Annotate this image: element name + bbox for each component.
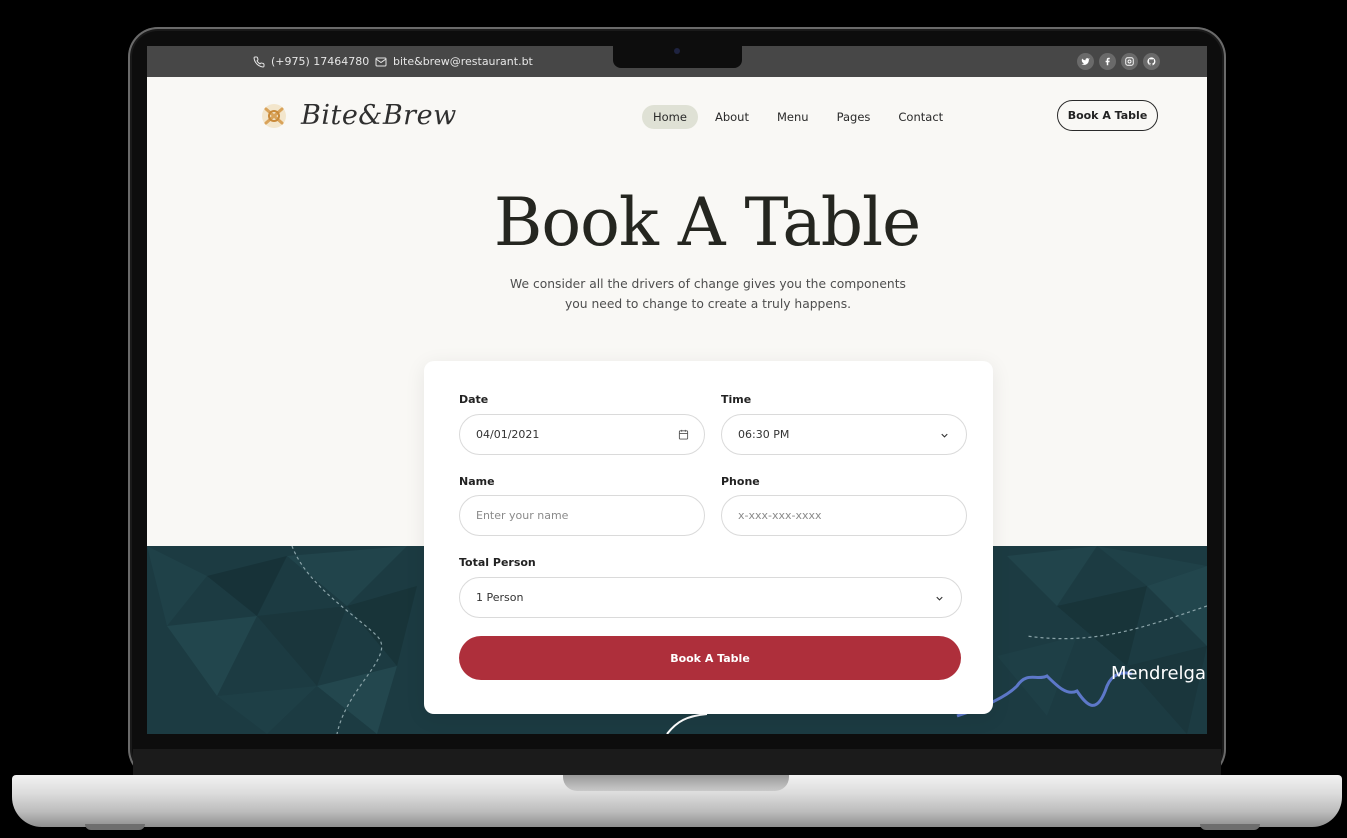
page-subtitle: We consider all the drivers of change gi… bbox=[507, 274, 909, 314]
email-contact[interactable]: bite&brew@restaurant.bt bbox=[375, 55, 533, 68]
email-address: bite&brew@restaurant.bt bbox=[393, 55, 533, 68]
logo-emblem-icon bbox=[262, 103, 286, 128]
total-person-select[interactable]: 1 Person bbox=[459, 577, 962, 618]
total-person-value: 1 Person bbox=[476, 591, 524, 604]
date-value: 04/01/2021 bbox=[476, 428, 540, 441]
nav-item-about[interactable]: About bbox=[704, 105, 760, 129]
phone-number: (+975) 17464780 bbox=[271, 55, 370, 68]
book-table-nav-button[interactable]: Book A Table bbox=[1057, 100, 1158, 131]
camera-notch bbox=[613, 46, 742, 68]
subtitle-line: you need to change to create a truly hap… bbox=[564, 297, 852, 311]
map-place-label: Mendrelga bbox=[1111, 663, 1206, 684]
twitter-icon[interactable] bbox=[1077, 53, 1094, 70]
name-input[interactable]: Enter your name bbox=[459, 495, 705, 536]
laptop-opening-notch bbox=[563, 775, 789, 791]
laptop-foot bbox=[85, 824, 145, 830]
instagram-icon[interactable] bbox=[1121, 53, 1138, 70]
brand-name: Bite&Brew bbox=[301, 100, 457, 131]
laptop-chin bbox=[133, 749, 1221, 777]
name-placeholder: Enter your name bbox=[476, 509, 569, 522]
subtitle-line: We consider all the drivers of change gi… bbox=[510, 277, 906, 291]
phone-input[interactable]: x-xxx-xxx-xxxx bbox=[721, 495, 967, 536]
mail-icon bbox=[375, 57, 387, 66]
time-select[interactable]: 06:30 PM bbox=[721, 414, 967, 455]
book-table-submit-button[interactable]: Book A Table bbox=[459, 636, 961, 680]
camera-icon bbox=[674, 48, 680, 54]
time-value: 06:30 PM bbox=[738, 428, 790, 441]
nav-item-contact[interactable]: Contact bbox=[887, 105, 954, 129]
nav-item-menu[interactable]: Menu bbox=[766, 105, 820, 129]
calendar-icon[interactable] bbox=[678, 429, 689, 440]
phone-placeholder: x-xxx-xxx-xxxx bbox=[738, 509, 822, 522]
chevron-down-icon bbox=[936, 596, 943, 601]
page-title: Book A Table bbox=[493, 184, 921, 261]
github-icon[interactable] bbox=[1143, 53, 1160, 70]
brand-logo[interactable]: Bite&Brew bbox=[259, 100, 457, 131]
chevron-down-icon bbox=[941, 433, 948, 438]
facebook-icon[interactable] bbox=[1099, 53, 1116, 70]
date-label: Date bbox=[459, 393, 489, 406]
booking-form: Date 04/01/2021 Time 06:30 PM Name Enter… bbox=[424, 361, 993, 714]
time-label: Time bbox=[721, 393, 752, 406]
phone-contact[interactable]: (+975) 17464780 bbox=[253, 55, 369, 68]
nav-item-pages[interactable]: Pages bbox=[826, 105, 882, 129]
screen: (+975) 17464780 bite&brew@restaurant.bt bbox=[147, 46, 1207, 734]
date-field[interactable]: 04/01/2021 bbox=[459, 414, 705, 455]
social-links bbox=[1077, 53, 1160, 70]
name-label: Name bbox=[459, 475, 495, 488]
main-nav: Home About Menu Pages Contact bbox=[642, 105, 960, 129]
phone-label: Phone bbox=[721, 475, 760, 488]
phone-icon bbox=[253, 55, 265, 67]
top-contact-bar: (+975) 17464780 bite&brew@restaurant.bt bbox=[147, 46, 1207, 77]
nav-item-home[interactable]: Home bbox=[642, 105, 698, 129]
total-person-label: Total Person bbox=[459, 556, 536, 569]
laptop-foot bbox=[1200, 824, 1260, 830]
